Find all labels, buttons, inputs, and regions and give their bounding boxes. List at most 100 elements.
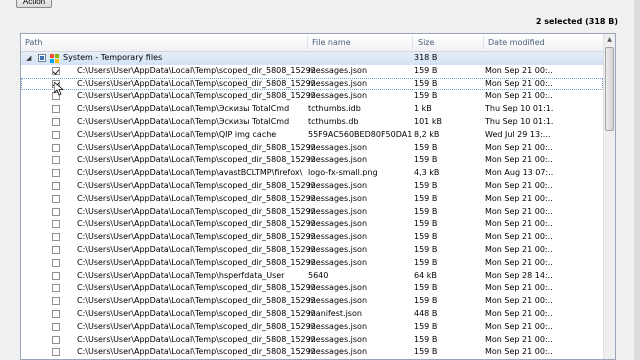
date-modified-cell: Wed Jul 29 13:... xyxy=(485,129,551,139)
column-divider[interactable] xyxy=(412,36,413,49)
size-cell: 159 B xyxy=(414,142,438,152)
file-name-cell: tcthumbs.idb xyxy=(308,104,361,114)
table-row[interactable]: C:\Users\User\AppData\Local\Temp\scoped_… xyxy=(21,334,603,347)
file-name-cell: messages.json xyxy=(308,180,368,190)
table-row[interactable]: C:\Users\User\AppData\Local\Temp\scoped_… xyxy=(21,180,603,193)
table-row[interactable]: C:\Users\User\AppData\Local\Temp\scoped_… xyxy=(21,90,603,103)
table-row[interactable]: C:\Users\User\AppData\Local\Temp\scoped_… xyxy=(21,282,603,295)
table-row[interactable]: C:\Users\User\AppData\Local\Temp\scoped_… xyxy=(21,193,603,206)
action-button[interactable]: Action xyxy=(16,0,52,8)
table-row[interactable]: C:\Users\User\AppData\Local\Temp\QIP img… xyxy=(21,129,603,142)
row-checkbox[interactable] xyxy=(52,348,60,357)
row-checkbox[interactable] xyxy=(52,271,60,280)
row-checkbox[interactable] xyxy=(52,322,60,331)
row-checkbox[interactable] xyxy=(52,297,60,306)
table-row[interactable]: C:\Users\User\AppData\Local\Temp\scoped_… xyxy=(21,218,603,231)
row-checkbox[interactable] xyxy=(52,143,60,152)
row-checkbox[interactable] xyxy=(52,245,60,254)
table-row[interactable]: C:\Users\User\AppData\Local\Temp\scoped_… xyxy=(21,142,603,155)
row-checkbox[interactable] xyxy=(52,105,60,114)
row-checkbox[interactable] xyxy=(52,194,60,203)
file-name-cell: tcthumbs.db xyxy=(308,116,359,126)
size-cell: 159 B xyxy=(414,206,438,216)
selection-status: 2 selected (318 B) xyxy=(535,17,618,26)
scroll-up-arrow-icon[interactable]: ▲ xyxy=(604,34,615,46)
column-header-path[interactable]: Path xyxy=(21,34,308,51)
table-row[interactable]: C:\Users\User\AppData\Local\Temp\scoped_… xyxy=(21,295,603,308)
table-row[interactable]: C:\Users\User\AppData\Local\Temp\scoped_… xyxy=(21,154,603,167)
date-modified-cell: Mon Sep 21 00:... xyxy=(485,244,553,254)
file-name-cell: logo-fx-small.png xyxy=(308,168,378,178)
row-checkbox[interactable] xyxy=(52,233,60,242)
path-cell: C:\Users\User\AppData\Local\Temp\scoped_… xyxy=(77,321,316,331)
file-name-cell: messages.json xyxy=(308,155,368,165)
file-name-cell: manifest.json xyxy=(308,308,362,318)
column-header-date-modified[interactable]: Date modified xyxy=(484,34,604,51)
table-row[interactable]: C:\Users\User\AppData\Local\Temp\scoped_… xyxy=(21,244,603,257)
collapse-icon[interactable]: ◢ xyxy=(26,54,31,62)
file-name-cell: messages.json xyxy=(308,283,368,293)
row-checkbox[interactable] xyxy=(52,258,60,267)
date-modified-cell: Mon Sep 21 00:... xyxy=(485,142,553,152)
table-row[interactable]: C:\Users\User\AppData\Local\Temp\scoped_… xyxy=(21,65,603,78)
table-row[interactable]: C:\Users\User\AppData\Local\Temp\scoped_… xyxy=(21,321,603,334)
size-cell: 159 B xyxy=(414,257,438,267)
file-name-cell: messages.json xyxy=(308,244,368,254)
path-cell: C:\Users\User\AppData\Local\Temp\scoped_… xyxy=(77,219,316,229)
date-modified-cell: Mon Sep 21 00:... xyxy=(485,296,553,306)
table-row[interactable]: C:\Users\User\AppData\Local\Temp\Эскизы … xyxy=(21,103,603,116)
size-cell: 159 B xyxy=(414,65,438,75)
row-checkbox[interactable] xyxy=(52,181,60,190)
table-row[interactable]: C:\Users\User\AppData\Local\Temp\hsperfd… xyxy=(21,270,603,283)
table-row[interactable]: C:\Users\User\AppData\Local\Temp\scoped_… xyxy=(21,206,603,219)
file-rows: ◢ System - Temporary files 318 B C:\User… xyxy=(21,52,603,359)
column-header-file-name[interactable]: File name xyxy=(308,34,414,51)
table-row[interactable]: C:\Users\User\AppData\Local\Temp\scoped_… xyxy=(21,77,603,91)
table-row[interactable]: C:\Users\User\AppData\Local\Temp\scoped_… xyxy=(21,231,603,244)
file-name-cell: messages.json xyxy=(308,78,368,88)
file-name-cell: messages.json xyxy=(308,347,368,357)
size-cell: 159 B xyxy=(414,283,438,293)
row-checkbox[interactable] xyxy=(52,156,60,165)
date-modified-cell: Thu Sep 10 01:1... xyxy=(485,116,553,126)
row-checkbox[interactable] xyxy=(52,220,60,229)
group-checkbox[interactable] xyxy=(38,54,46,62)
date-modified-cell: Mon Sep 21 00:... xyxy=(485,91,553,101)
table-row[interactable]: C:\Users\User\AppData\Local\Temp\avastBC… xyxy=(21,167,603,180)
row-checkbox[interactable] xyxy=(52,66,60,75)
row-checkbox[interactable] xyxy=(52,207,60,216)
date-modified-cell: Mon Sep 21 00:... xyxy=(485,65,553,75)
size-cell: 159 B xyxy=(414,155,438,165)
file-list[interactable]: Path File name Size Date modified ◢ Syst… xyxy=(20,33,616,360)
vertical-scrollbar[interactable]: ▲ xyxy=(603,34,615,359)
scroll-thumb[interactable] xyxy=(605,47,614,131)
date-modified-cell: Thu Sep 10 01:1... xyxy=(485,104,553,114)
path-cell: C:\Users\User\AppData\Local\Temp\Эскизы … xyxy=(77,116,290,126)
path-cell: C:\Users\User\AppData\Local\Temp\scoped_… xyxy=(77,142,316,152)
size-cell: 159 B xyxy=(414,347,438,357)
date-modified-cell: Mon Aug 13 07:... xyxy=(485,168,553,178)
group-row-temporary-files[interactable]: ◢ System - Temporary files 318 B xyxy=(21,52,603,65)
size-cell: 4,3 kB xyxy=(414,168,440,178)
row-checkbox[interactable] xyxy=(52,169,60,178)
row-checkbox[interactable] xyxy=(52,284,60,293)
table-row[interactable]: C:\Users\User\AppData\Local\Temp\Эскизы … xyxy=(21,116,603,129)
table-row[interactable]: C:\Users\User\AppData\Local\Temp\scoped_… xyxy=(21,346,603,359)
row-checkbox[interactable] xyxy=(52,117,60,126)
path-cell: C:\Users\User\AppData\Local\Temp\scoped_… xyxy=(77,283,316,293)
size-cell: 159 B xyxy=(414,296,438,306)
row-checkbox[interactable] xyxy=(52,309,60,318)
path-cell: C:\Users\User\AppData\Local\Temp\avastBC… xyxy=(77,168,303,178)
size-cell: 159 B xyxy=(414,334,438,344)
file-name-cell: messages.json xyxy=(308,321,368,331)
table-row[interactable]: C:\Users\User\AppData\Local\Temp\scoped_… xyxy=(21,257,603,270)
path-cell: C:\Users\User\AppData\Local\Temp\scoped_… xyxy=(77,180,316,190)
row-checkbox[interactable] xyxy=(52,335,60,344)
path-cell: C:\Users\User\AppData\Local\Temp\scoped_… xyxy=(77,78,316,88)
row-checkbox[interactable] xyxy=(52,130,60,139)
file-name-cell: messages.json xyxy=(308,232,368,242)
column-header-size[interactable]: Size xyxy=(414,34,484,51)
path-cell: C:\Users\User\AppData\Local\Temp\hsperfd… xyxy=(77,270,285,280)
table-row[interactable]: C:\Users\User\AppData\Local\Temp\scoped_… xyxy=(21,308,603,321)
date-modified-cell: Mon Sep 21 00:... xyxy=(485,257,553,267)
